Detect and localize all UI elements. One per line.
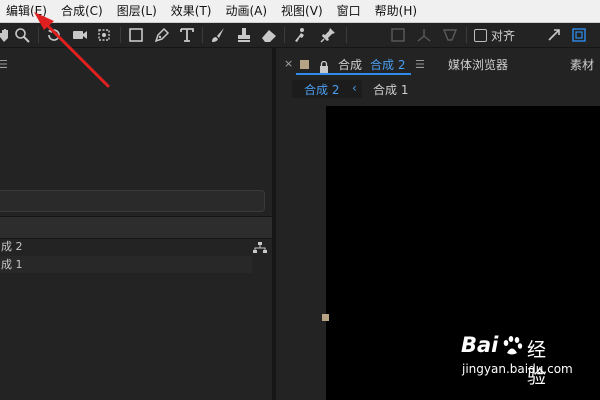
watermark-brand: Bai bbox=[461, 333, 499, 357]
paw-icon bbox=[501, 335, 523, 361]
watermark-url: jingyan.baidu.com bbox=[462, 362, 573, 376]
